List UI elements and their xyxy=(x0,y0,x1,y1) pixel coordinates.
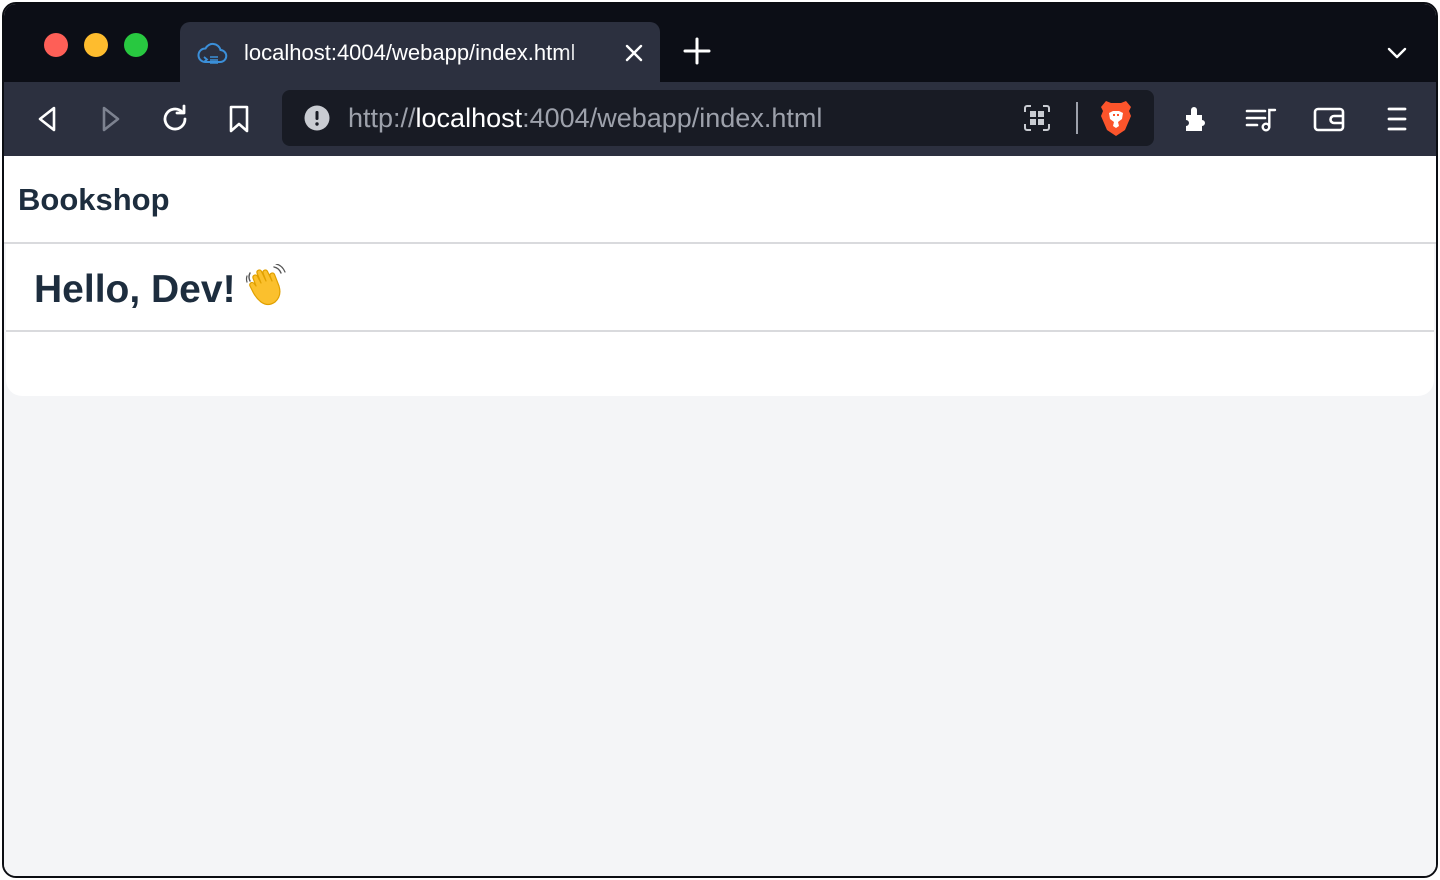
extensions-button[interactable] xyxy=(1180,102,1214,136)
address-bar[interactable]: http://localhost:4004/webapp/index.html xyxy=(282,90,1154,146)
url-separator xyxy=(1076,102,1078,134)
playlist-button[interactable] xyxy=(1244,102,1278,136)
brave-shields-icon[interactable] xyxy=(1098,98,1134,138)
reload-icon xyxy=(163,104,187,131)
url-scheme: http:// xyxy=(348,103,416,133)
info-icon[interactable] xyxy=(304,105,330,131)
url-host: localhost xyxy=(415,103,523,133)
content-panel: Hello, Dev! xyxy=(6,244,1434,396)
app-title[interactable]: Bookshop xyxy=(18,182,170,218)
new-tab-icon[interactable] xyxy=(682,36,712,66)
chevron-down-icon[interactable] xyxy=(1384,40,1410,66)
back-button[interactable] xyxy=(30,102,64,136)
close-window-button[interactable] xyxy=(44,33,68,57)
cloud-code-icon xyxy=(197,42,228,64)
tab-title: localhost:4004/webapp/index.html xyxy=(244,40,576,65)
qr-code-icon[interactable] xyxy=(1022,103,1052,133)
maximize-window-button[interactable] xyxy=(124,33,148,57)
browser-toolbar: http://localhost:4004/webapp/index.html xyxy=(4,82,1436,156)
page-viewport: Bookshop Hello, Dev! xyxy=(4,156,1436,876)
forward-icon xyxy=(102,106,120,132)
greeting-text: Hello, Dev! xyxy=(34,268,236,311)
url-path: :4004/webapp/index.html xyxy=(522,103,823,133)
browser-window: localhost:4004/webapp/index.html http://… xyxy=(2,2,1438,878)
wallet-icon xyxy=(1313,107,1345,132)
tab-strip: localhost:4004/webapp/index.html xyxy=(4,4,1436,84)
bookmark-icon xyxy=(229,105,249,133)
bookmark-button[interactable] xyxy=(222,102,256,136)
panel-header: Hello, Dev! xyxy=(6,244,1434,332)
reload-button[interactable] xyxy=(158,102,192,136)
forward-button[interactable] xyxy=(94,102,128,136)
minimize-window-button[interactable] xyxy=(84,33,108,57)
back-icon xyxy=(38,106,56,132)
page-title: Hello, Dev! xyxy=(34,264,288,312)
url-text[interactable]: http://localhost:4004/webapp/index.html xyxy=(348,103,822,133)
tab-active[interactable]: localhost:4004/webapp/index.html xyxy=(180,22,660,84)
extensions-icon xyxy=(1186,107,1205,131)
waving-hand-icon xyxy=(245,264,286,306)
main-menu-button[interactable] xyxy=(1380,102,1414,136)
close-tab-icon[interactable] xyxy=(620,39,648,67)
shell-bar: Bookshop xyxy=(4,156,1436,244)
wallet-button[interactable] xyxy=(1312,102,1346,136)
playlist-icon xyxy=(1245,108,1277,132)
menu-icon xyxy=(1387,107,1407,131)
